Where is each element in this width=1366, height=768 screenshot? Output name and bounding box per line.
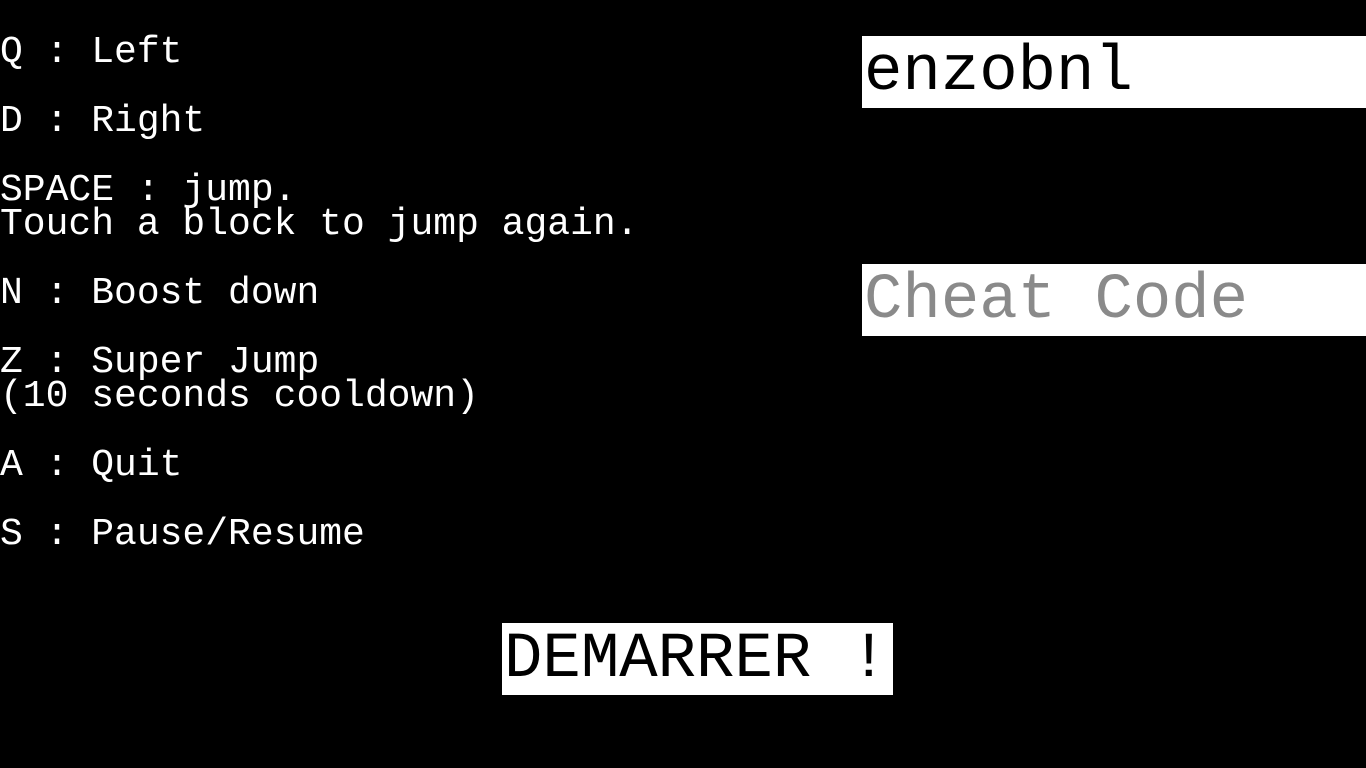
control-quit-label: A : Quit <box>0 444 183 487</box>
control-super-jump-cooldown: (10 seconds cooldown) <box>0 375 479 418</box>
control-right-label: D : Right <box>0 100 206 143</box>
start-button[interactable]: DEMARRER ! <box>502 623 893 695</box>
control-boost-down-label: N : Boost down <box>0 272 320 315</box>
cheat-code-input[interactable]: Cheat Code <box>862 264 1366 336</box>
control-left-label: Q : Left <box>0 31 183 74</box>
control-super-jump-label: Z : Super Jump (10 seconds cooldown) <box>0 344 479 418</box>
username-input[interactable]: enzobnl <box>862 36 1366 108</box>
control-jump-label: SPACE : jump. Touch a block to jump agai… <box>0 172 639 246</box>
control-pause-label: S : Pause/Resume <box>0 513 365 556</box>
control-jump-hint: Touch a block to jump again. <box>0 203 639 246</box>
